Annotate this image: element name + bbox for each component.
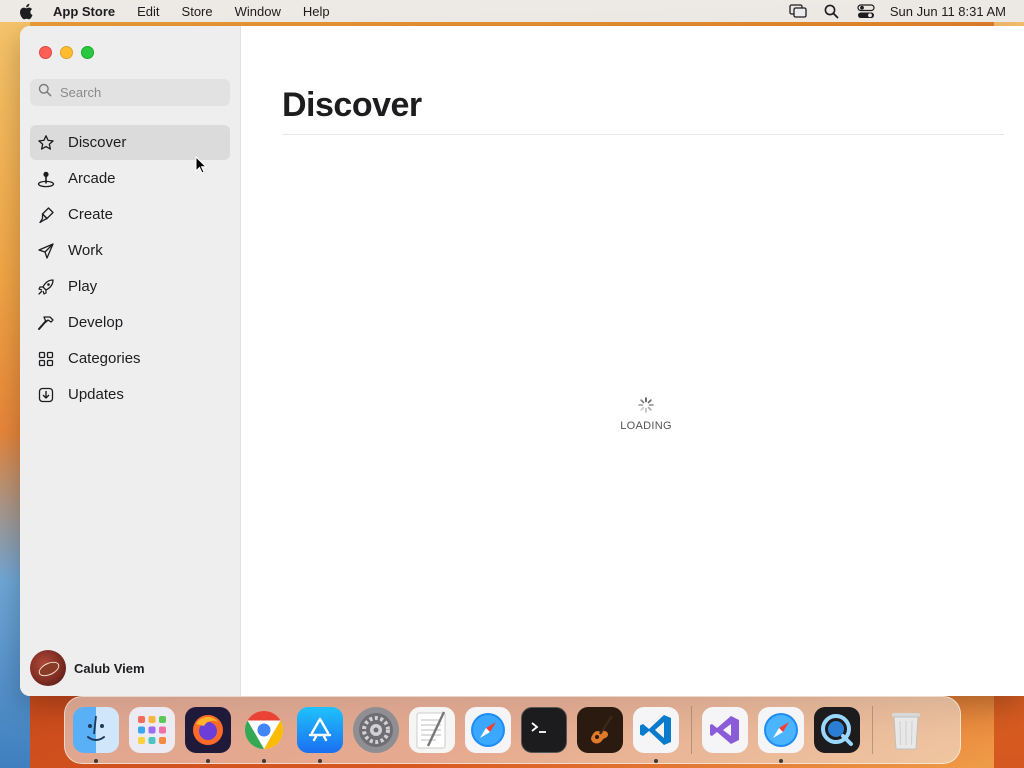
dock (64, 696, 961, 764)
sidebar-item-updates[interactable]: Updates (30, 377, 230, 412)
menu-bar: App Store Edit Store Window Help Sun Jun… (0, 0, 1024, 22)
avatar (30, 650, 66, 686)
safari-technology-preview-icon[interactable] (758, 707, 804, 763)
brush-icon (36, 205, 56, 225)
menu-store[interactable]: Store (182, 4, 213, 19)
sidebar-item-discover[interactable]: Discover (30, 125, 230, 160)
menu-bar-clock[interactable]: Sun Jun 11 8:31 AM (890, 4, 1006, 19)
menu-edit[interactable]: Edit (137, 4, 159, 19)
minimize-window-button[interactable] (60, 46, 73, 59)
quicktime-player-icon[interactable] (814, 707, 860, 753)
sidebar-item-categories[interactable]: Categories (30, 341, 230, 376)
sidebar-item-play[interactable]: Play (30, 269, 230, 304)
main-content: Discover LOADING (242, 26, 1024, 696)
sidebar-item-label: Updates (68, 386, 124, 403)
paper-plane-icon (36, 241, 56, 261)
loading-indicator: LOADING (616, 396, 676, 432)
sidebar-item-label: Arcade (68, 170, 116, 187)
search-icon (38, 83, 52, 102)
apple-menu-icon[interactable] (18, 3, 36, 19)
grid-icon (36, 349, 56, 369)
sidebar: Discover Arcade Create Work (20, 26, 241, 696)
running-indicator (262, 759, 266, 763)
sidebar-item-label: Develop (68, 314, 124, 331)
sidebar-item-create[interactable]: Create (30, 197, 230, 232)
account-button[interactable]: Calub Viem (30, 650, 145, 686)
dock-separator (872, 706, 873, 754)
sidebar-item-label: Discover (68, 134, 127, 151)
download-icon (36, 385, 56, 405)
close-window-button[interactable] (39, 46, 52, 59)
window-controls (39, 46, 102, 59)
running-indicator (206, 759, 210, 763)
sidebar-item-label: Create (68, 206, 114, 223)
launchpad-icon[interactable] (129, 707, 175, 753)
menu-help[interactable]: Help (303, 4, 330, 19)
search-input[interactable] (60, 85, 220, 100)
app-store-icon[interactable] (297, 707, 343, 763)
screen-mirroring-icon[interactable] (788, 3, 808, 19)
running-indicator (654, 759, 658, 763)
search-field[interactable] (30, 79, 230, 106)
menu-window[interactable]: Window (235, 4, 281, 19)
sidebar-item-label: Categories (68, 350, 141, 367)
user-name: Calub Viem (74, 660, 145, 676)
joystick-icon (36, 169, 56, 189)
firefox-icon[interactable] (185, 707, 231, 763)
running-indicator (94, 759, 98, 763)
running-indicator (779, 759, 783, 763)
loading-label: LOADING (620, 420, 672, 432)
system-settings-icon[interactable] (353, 707, 399, 753)
visual-studio-icon[interactable] (702, 707, 748, 753)
page-title: Discover (282, 86, 422, 124)
title-divider (282, 134, 1004, 135)
textedit-icon[interactable] (409, 707, 455, 753)
rocket-icon (36, 277, 56, 297)
chrome-icon[interactable] (241, 707, 287, 763)
zoom-window-button[interactable] (81, 46, 94, 59)
safari-icon[interactable] (465, 707, 511, 753)
sidebar-item-label: Work (68, 242, 103, 259)
star-icon (36, 133, 56, 153)
spinner-icon (637, 396, 655, 414)
control-center-icon[interactable] (856, 3, 876, 19)
menu-app-name[interactable]: App Store (53, 4, 115, 19)
sidebar-item-develop[interactable]: Develop (30, 305, 230, 340)
sidebar-item-label: Play (68, 278, 98, 295)
trash-icon[interactable] (883, 707, 929, 753)
terminal-icon[interactable] (521, 707, 567, 753)
dock-separator (691, 706, 692, 754)
finder-icon[interactable] (73, 707, 119, 763)
mouse-pointer-icon (195, 155, 208, 179)
visual-studio-code-icon[interactable] (633, 707, 679, 763)
hammer-icon (36, 313, 56, 333)
spotlight-search-icon[interactable] (822, 3, 842, 19)
sidebar-item-work[interactable]: Work (30, 233, 230, 268)
running-indicator (318, 759, 322, 763)
app-store-window: Discover Arcade Create Work (20, 26, 1024, 696)
garageband-icon[interactable] (577, 707, 623, 753)
